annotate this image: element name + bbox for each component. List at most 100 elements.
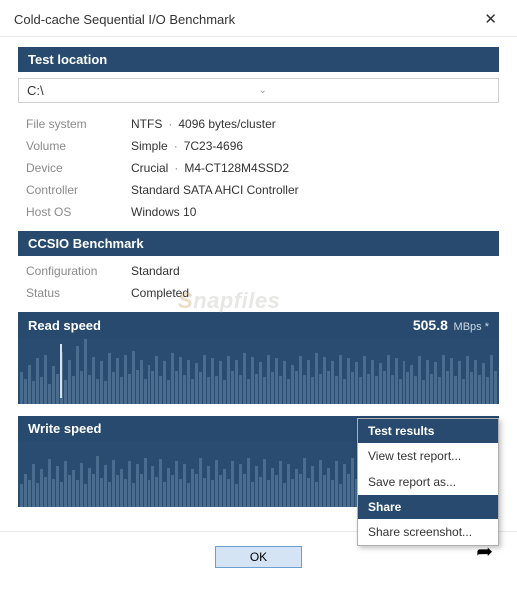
chart-bar bbox=[383, 371, 386, 404]
chart-bar bbox=[311, 466, 314, 507]
chart-bar bbox=[422, 380, 425, 404]
menu-view-report[interactable]: View test report... bbox=[358, 443, 498, 469]
info-row-volume: Volume Simple·7C23-4696 bbox=[18, 135, 499, 157]
chart-bar bbox=[120, 377, 123, 404]
chart-bar bbox=[323, 475, 326, 507]
menu-share-screenshot[interactable]: Share screenshot... bbox=[358, 519, 498, 545]
chart-bar bbox=[96, 379, 99, 404]
chart-bar bbox=[287, 379, 290, 404]
info-value: Standard bbox=[131, 264, 180, 278]
chart-bar bbox=[303, 375, 306, 404]
chart-bar bbox=[426, 360, 429, 404]
chart-bar bbox=[179, 357, 182, 404]
chart-bar bbox=[319, 374, 322, 404]
chart-bar bbox=[104, 465, 107, 507]
chart-bar bbox=[207, 377, 210, 404]
info-label: File system bbox=[26, 117, 131, 131]
chart-bar bbox=[243, 474, 246, 507]
chart-bar bbox=[203, 355, 206, 405]
chart-bar bbox=[474, 360, 477, 404]
chart-bar bbox=[263, 377, 266, 404]
info-row-filesystem: File system NTFS·4096 bytes/cluster bbox=[18, 113, 499, 135]
ok-button[interactable]: OK bbox=[215, 546, 302, 568]
chart-bar bbox=[267, 355, 270, 405]
window-title: Cold-cache Sequential I/O Benchmark bbox=[14, 12, 235, 27]
info-label: Device bbox=[26, 161, 131, 175]
chart-bar bbox=[92, 474, 95, 507]
chart-bar bbox=[100, 478, 103, 507]
chart-bar bbox=[68, 360, 71, 404]
chart-bar bbox=[80, 463, 83, 507]
chart-bar bbox=[403, 361, 406, 404]
chart-bar bbox=[395, 358, 398, 404]
chart-bar bbox=[179, 479, 182, 507]
chart-bar bbox=[108, 353, 111, 404]
chart-bar bbox=[239, 464, 242, 507]
chart-bar bbox=[231, 371, 234, 404]
chart-bar bbox=[355, 362, 358, 404]
chart-bar bbox=[136, 370, 139, 404]
chart-bar bbox=[155, 356, 158, 404]
chart-bar bbox=[151, 371, 154, 404]
chart-bar bbox=[347, 474, 350, 507]
chart-bar bbox=[148, 365, 151, 404]
chart-bar bbox=[283, 361, 286, 404]
chart-bar bbox=[303, 458, 306, 508]
chart-bar bbox=[247, 379, 250, 404]
chart-bar bbox=[171, 475, 174, 507]
chart-bar bbox=[159, 459, 162, 507]
menu-save-report[interactable]: Save report as... bbox=[358, 469, 498, 495]
drive-select-value: C:\ bbox=[27, 83, 259, 98]
chart-bar bbox=[251, 357, 254, 404]
chart-bar bbox=[28, 480, 31, 507]
chart-bar bbox=[183, 464, 186, 507]
chart-bar bbox=[132, 351, 135, 404]
chart-bar bbox=[335, 376, 338, 404]
chart-bar bbox=[72, 470, 75, 507]
chart-bar bbox=[267, 480, 270, 507]
chart-bar bbox=[148, 480, 151, 507]
chart-bar bbox=[371, 360, 374, 404]
chart-bar bbox=[40, 469, 43, 507]
chart-bar bbox=[379, 363, 382, 404]
chart-bar bbox=[48, 384, 51, 404]
chart-bar bbox=[84, 339, 87, 404]
chart-bar bbox=[175, 461, 178, 507]
chart-bar bbox=[323, 357, 326, 404]
read-speed-chart bbox=[18, 338, 499, 404]
info-row-config: Configuration Standard bbox=[18, 260, 499, 282]
ccsio-header: CCSIO Benchmark bbox=[18, 231, 499, 256]
chart-bar bbox=[76, 480, 79, 507]
chart-bar bbox=[167, 468, 170, 507]
chart-bar bbox=[155, 477, 158, 507]
read-speed-label: Read speed bbox=[28, 318, 101, 333]
chart-bar bbox=[72, 376, 75, 404]
info-row-device: Device Crucial·M4-CT128M4SSD2 bbox=[18, 157, 499, 179]
chart-bar bbox=[199, 458, 202, 508]
close-icon[interactable]: ✕ bbox=[476, 8, 505, 30]
chart-bar bbox=[40, 377, 43, 404]
chart-bar bbox=[211, 358, 214, 404]
chart-bar bbox=[231, 461, 234, 507]
chart-bar bbox=[64, 461, 67, 507]
chart-bar bbox=[144, 379, 147, 404]
chart-bar bbox=[275, 358, 278, 404]
chart-bar bbox=[124, 479, 127, 507]
chart-bar bbox=[28, 365, 31, 404]
chart-bar bbox=[279, 376, 282, 404]
chart-bar bbox=[116, 358, 119, 404]
chart-bar bbox=[311, 377, 314, 404]
chart-bar bbox=[195, 474, 198, 507]
chart-bar bbox=[295, 371, 298, 404]
chart-bar bbox=[215, 460, 218, 507]
chart-bar bbox=[132, 483, 135, 507]
chart-bar bbox=[24, 379, 27, 404]
chart-bar bbox=[339, 484, 342, 507]
chart-bar bbox=[327, 468, 330, 507]
chart-bar bbox=[271, 468, 274, 507]
chart-bar bbox=[247, 458, 250, 508]
drive-select[interactable]: C:\ ⌄ bbox=[18, 78, 499, 103]
chart-bar bbox=[299, 474, 302, 507]
chart-bar bbox=[96, 456, 99, 507]
chart-bar bbox=[120, 469, 123, 507]
